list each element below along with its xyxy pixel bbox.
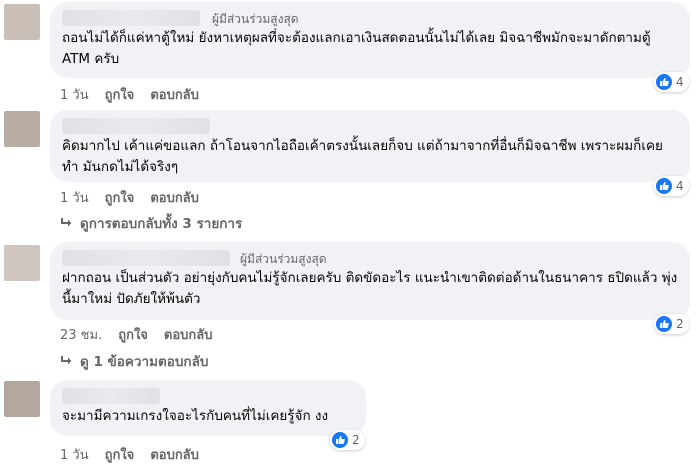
thumbs-up-icon xyxy=(332,432,348,448)
top-fan-badge: ผู้มีส่วนร่วมสูงสุด xyxy=(240,252,327,266)
comment-actions: 1 วัน ถูกใจ ตอบกลับ xyxy=(60,84,199,105)
author-name[interactable] xyxy=(62,118,210,134)
author-name[interactable] xyxy=(62,388,160,404)
reaction-count-text: 4 xyxy=(676,179,684,193)
reaction-count[interactable]: 4 xyxy=(654,72,689,92)
reaction-count-text: 4 xyxy=(676,75,684,89)
comment-timestamp[interactable]: 23 ชม. xyxy=(60,324,102,345)
view-replies-link[interactable]: ดูการตอบกลับทั้ง 3 รายการ xyxy=(60,212,242,234)
comment-bubble: คิดมากไป เค้าแค่ขอแลก ถ้าโอนจากไอถือเค้า… xyxy=(50,110,690,182)
thumbs-up-icon xyxy=(656,74,672,90)
comment-text: ฝากถอน เป็นส่วนตัว อย่ายุ่งกับคนไม่รู้จั… xyxy=(62,270,678,307)
author-name[interactable] xyxy=(62,10,200,26)
reply-arrow-icon xyxy=(61,218,72,227)
reaction-count[interactable]: 2 xyxy=(330,430,365,450)
view-replies-text: ดู 1 ข้อความตอบกลับ xyxy=(80,354,209,370)
reply-arrow-icon xyxy=(61,356,72,365)
reaction-count[interactable]: 2 xyxy=(654,314,689,334)
view-replies-link[interactable]: ดู 1 ข้อความตอบกลับ xyxy=(60,350,208,372)
comment-bubble: ผู้มีส่วนร่วมสูงสุด ถอนไม่ได้ก็แค่หาตู้ใ… xyxy=(50,2,690,78)
view-replies-text: ดูการตอบกลับทั้ง 3 รายการ xyxy=(80,216,243,232)
comment-text: คิดมากไป เค้าแค่ขอแลก ถ้าโอนจากไอถือเค้า… xyxy=(62,138,663,175)
like-button[interactable]: ถูกใจ xyxy=(105,187,135,208)
thumbs-up-icon xyxy=(656,178,672,194)
comment-bubble: จะมามีความเกรงใจอะไรกับคนที่ไม่เคยรู้จัก… xyxy=(50,380,366,436)
like-button[interactable]: ถูกใจ xyxy=(118,324,148,345)
comment-actions: 1 วัน ถูกใจ ตอบกลับ xyxy=(60,187,199,208)
reaction-count[interactable]: 4 xyxy=(654,176,689,196)
comment-actions: 1 วัน ถูกใจ ตอบกลับ xyxy=(60,444,199,465)
reply-button[interactable]: ตอบกลับ xyxy=(150,84,199,105)
reply-button[interactable]: ตอบกลับ xyxy=(164,324,213,345)
author-name[interactable] xyxy=(62,250,230,266)
reaction-count-text: 2 xyxy=(352,433,360,447)
avatar[interactable] xyxy=(4,4,40,40)
reaction-count-text: 2 xyxy=(676,317,684,331)
thumbs-up-icon xyxy=(656,316,672,332)
avatar[interactable] xyxy=(4,111,40,147)
comment-timestamp[interactable]: 1 วัน xyxy=(60,187,89,208)
comment-actions: 23 ชม. ถูกใจ ตอบกลับ xyxy=(60,324,213,345)
reply-button[interactable]: ตอบกลับ xyxy=(150,444,199,465)
avatar[interactable] xyxy=(4,381,40,417)
like-button[interactable]: ถูกใจ xyxy=(105,84,135,105)
comment-text: จะมามีความเกรงใจอะไรกับคนที่ไม่เคยรู้จัก… xyxy=(62,408,329,424)
comment-timestamp[interactable]: 1 วัน xyxy=(60,84,89,105)
like-button[interactable]: ถูกใจ xyxy=(105,444,135,465)
comment-timestamp[interactable]: 1 วัน xyxy=(60,444,89,465)
reply-button[interactable]: ตอบกลับ xyxy=(150,187,199,208)
top-fan-badge: ผู้มีส่วนร่วมสูงสุด xyxy=(212,12,299,26)
avatar[interactable] xyxy=(4,245,40,281)
comment-bubble: ผู้มีส่วนร่วมสูงสุด ฝากถอน เป็นส่วนตัว อ… xyxy=(50,242,690,320)
comment-text: ถอนไม่ได้ก็แค่หาตู้ใหม่ ยังหาเหตุผลที่จะ… xyxy=(62,30,651,67)
